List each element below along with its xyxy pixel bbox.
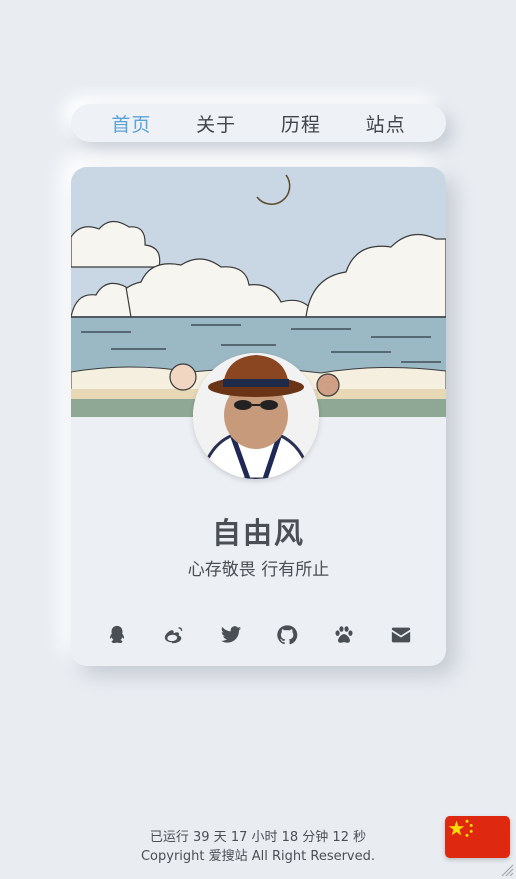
footer: 已运行 39 天 17 小时 18 分钟 12 秒 Copyright 爱搜站 … — [0, 828, 516, 866]
profile-card: 自由风 心存敬畏 行有所止 — [71, 167, 446, 666]
profile-motto: 心存敬畏 行有所止 — [187, 560, 330, 580]
nav-item-about[interactable]: 关于 — [196, 110, 236, 137]
twitter-icon[interactable] — [219, 623, 243, 647]
resize-handle-icon[interactable] — [500, 863, 514, 877]
avatar[interactable] — [193, 353, 319, 479]
top-nav: 首页 关于 历程 站点 — [71, 104, 446, 142]
nav-item-history[interactable]: 历程 — [281, 110, 321, 137]
avatar-image — [193, 353, 319, 479]
email-icon[interactable] — [389, 623, 413, 647]
nav-item-sites[interactable]: 站点 — [366, 110, 406, 137]
china-flag-icon[interactable] — [445, 816, 510, 858]
weibo-icon[interactable] — [162, 623, 186, 647]
copyright-text: Copyright 爱搜站 All Right Reserved. — [140, 849, 376, 864]
github-icon[interactable] — [275, 623, 299, 647]
nav-item-home[interactable]: 首页 — [111, 110, 151, 137]
profile-name: 自由风 — [211, 516, 305, 550]
paw-icon[interactable] — [332, 623, 356, 647]
social-links — [89, 623, 429, 647]
qq-icon[interactable] — [105, 623, 129, 647]
runtime-counter: 已运行 39 天 17 小时 18 分钟 12 秒 — [149, 830, 367, 845]
